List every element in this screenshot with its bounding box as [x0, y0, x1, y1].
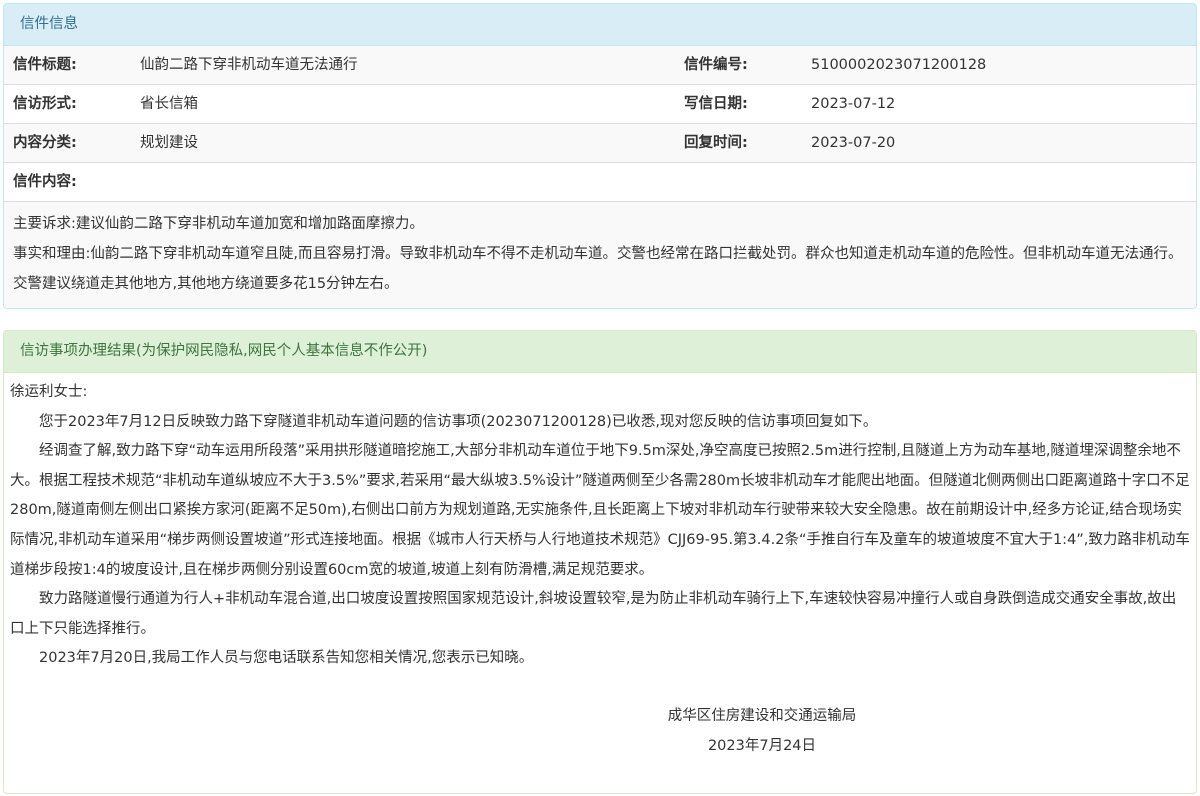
salutation: 徐运利女士:	[10, 384, 88, 400]
info-row-form: 信访形式: 省长信箱 写信日期: 2023-07-12	[4, 85, 1196, 124]
signature: 成华区住房建设和交通运输局	[667, 707, 857, 724]
letter-info-header: 信件信息	[4, 4, 1196, 46]
main-request-text: 主要诉求:建议仙韵二路下穿非机动车道加宽和增加路面摩擦力。	[13, 216, 424, 232]
letter-content: 主要诉求:建议仙韵二路下穿非机动车道加宽和增加路面摩擦力。 事实和理由:仙韵二路…	[4, 202, 1196, 308]
result-paragraph: 2023年7月20日,我局工作人员与您电话联系告知您相关情况,您表示已知晓。	[39, 650, 534, 667]
info-row-category: 内容分类: 规划建设 回复时间: 2023-07-20	[4, 124, 1196, 163]
content-label: 信件内容:	[13, 174, 77, 190]
write-date-label: 写信日期:	[684, 96, 748, 112]
result-body: 徐运利女士: 您于2023年7月12日反映致力路下穿隧道非机动车道问题的信访事项…	[4, 373, 1196, 761]
result-panel: 信访事项办理结果(为保护网民隐私,网民个人基本信息不作公开) 徐运利女士: 您于…	[3, 330, 1197, 794]
result-paragraph: 您于2023年7月12日反映致力路下穿隧道非机动车道问题的信访事项(202307…	[39, 413, 878, 430]
title-label: 信件标题:	[13, 57, 77, 73]
info-row-title: 信件标题: 仙韵二路下穿非机动车道无法通行 信件编号: 510000202307…	[4, 46, 1196, 85]
title-value: 仙韵二路下穿非机动车道无法通行	[140, 57, 358, 73]
category-label: 内容分类:	[13, 135, 77, 151]
info-row-content-label: 信件内容:	[4, 163, 1196, 202]
result-paragraph: 致力路隧道慢行通道为行人+非机动车混合道,出口坡度设置按照国家规范设计,斜坡设置…	[10, 591, 1177, 637]
letter-number-label: 信件编号:	[684, 57, 748, 73]
letter-number-value: 5100002023071200128	[811, 57, 987, 73]
write-date-value: 2023-07-12	[811, 96, 896, 112]
category-value: 规划建设	[140, 135, 198, 151]
form-label: 信访形式:	[13, 96, 77, 112]
result-header: 信访事项办理结果(为保护网民隐私,网民个人基本信息不作公开)	[4, 331, 1196, 373]
facts-reasons-text: 事实和理由:仙韵二路下穿非机动车道窄且陡,而且容易打滑。导致非机动车不得不走机动…	[13, 246, 1183, 292]
form-value: 省长信箱	[140, 96, 198, 112]
result-paragraph: 经调查了解,致力路下穿“动车运用所段落”采用拱形隧道暗挖施工,大部分非机动车道位…	[10, 443, 1190, 578]
reply-time-label: 回复时间:	[684, 135, 748, 151]
reply-time-value: 2023-07-20	[811, 135, 896, 151]
signature-date: 2023年7月24日	[707, 737, 817, 754]
letter-info-panel: 信件信息 信件标题: 仙韵二路下穿非机动车道无法通行 信件编号: 5100002…	[3, 3, 1197, 309]
